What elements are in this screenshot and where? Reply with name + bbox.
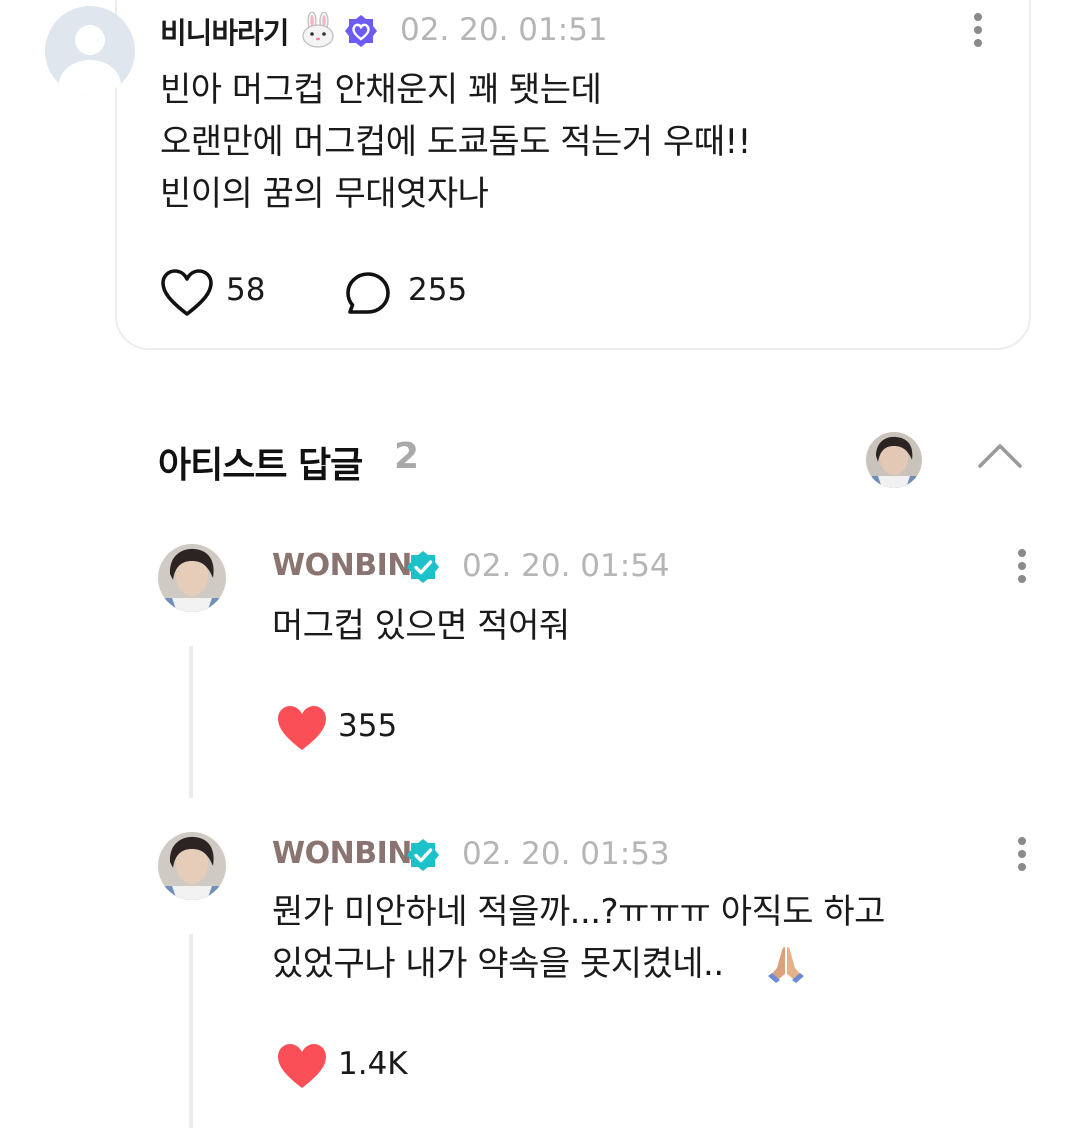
post-username[interactable]: 비니바라기 (160, 10, 289, 52)
artist-avatar[interactable] (866, 432, 922, 488)
chevron-up-icon[interactable] (976, 440, 1024, 470)
artist-avatar[interactable] (158, 544, 226, 612)
reply-author-name[interactable]: WONBIN (272, 836, 412, 871)
more-vertical-icon[interactable] (1010, 836, 1034, 872)
post-timestamp: 02. 20. 01:51 (400, 12, 608, 48)
thread-line (189, 646, 193, 798)
reply-like-count: 355 (338, 708, 398, 744)
heart-outline-icon[interactable] (160, 268, 214, 318)
person-placeholder-icon[interactable] (45, 6, 135, 96)
comment-bubble-icon[interactable] (344, 270, 392, 318)
post-like-count: 58 (226, 272, 266, 308)
reply-like-count: 1.4K (338, 1046, 408, 1082)
reply-timestamp: 02. 20. 01:53 (462, 836, 670, 872)
more-vertical-icon[interactable] (1010, 548, 1034, 584)
folded-hands-emoji (768, 947, 804, 983)
verified-badge-icon (407, 839, 439, 871)
artist-avatar[interactable] (158, 832, 226, 900)
artist-replies-count: 2 (394, 436, 420, 477)
more-vertical-icon[interactable] (966, 12, 990, 48)
post-comment-count: 255 (408, 272, 468, 308)
thread-line (189, 934, 193, 1128)
verified-badge-icon (345, 15, 377, 47)
heart-filled-icon[interactable] (276, 1042, 328, 1090)
reply-timestamp: 02. 20. 01:54 (462, 548, 670, 584)
artist-replies-title: 아티스트 답글 (158, 445, 363, 486)
heart-filled-icon[interactable] (276, 704, 328, 752)
verified-badge-icon (407, 551, 439, 583)
reply-text: 머그컵 있으면 적어줘 (272, 606, 570, 646)
reply-author-name[interactable]: WONBIN (272, 548, 412, 583)
bunny-emoji-icon (302, 12, 334, 48)
post-body-text: 빈아 머그컵 안채운지 꽤 됏는데 오랜만에 머그컵에 도쿄돔도 적는거 우때!… (160, 70, 751, 214)
